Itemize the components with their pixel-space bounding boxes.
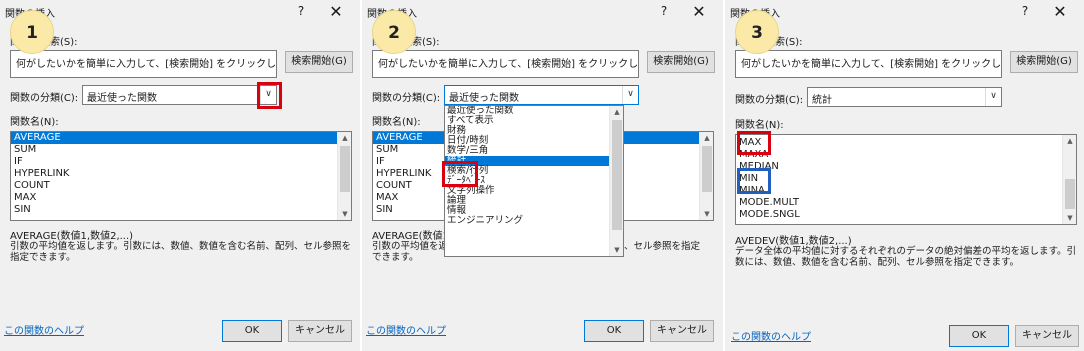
highlight-max (737, 131, 771, 155)
help-icon[interactable]: ? (1018, 4, 1032, 20)
function-syntax: AVERAGE(数値1,数値2,...) (10, 231, 134, 242)
scroll-up-icon[interactable]: ▲ (610, 106, 623, 118)
cancel-button[interactable]: キャンセル (1015, 325, 1079, 347)
dialog-titlebar: 関数の挿入 ? ✕ (362, 0, 723, 26)
scroll-thumb[interactable] (702, 146, 712, 192)
list-scrollbar[interactable]: ▲ ▼ (1062, 135, 1076, 224)
chevron-down-icon[interactable]: ∨ (985, 88, 1001, 106)
list-item[interactable]: MINA (736, 185, 1076, 197)
dropdown-option[interactable]: すべて表示 (445, 116, 623, 126)
scroll-down-icon[interactable]: ▼ (700, 208, 713, 220)
list-item[interactable]: SIN (11, 204, 351, 216)
dropdown-option[interactable]: エンジニアリング (445, 216, 623, 226)
dropdown-option[interactable]: 論理 (445, 196, 623, 206)
scroll-thumb[interactable] (1065, 179, 1075, 209)
list-item[interactable]: MIN (736, 173, 1076, 185)
category-value: 統計 (812, 95, 832, 106)
category-value: 最近使った関数 (449, 93, 519, 104)
category-label: 関数の分類(C): (372, 93, 441, 104)
step-badge: 2 (372, 10, 416, 54)
function-name-label: 関数名(N): (10, 117, 59, 128)
function-list[interactable]: AVERAGE SUM IF HYPERLINK COUNT MAX SIN ▲… (10, 131, 352, 221)
list-item[interactable]: MAX (736, 137, 1076, 149)
highlight-min (737, 168, 771, 194)
search-input[interactable]: 何がしたいかを簡単に入力して、[検索開始] をクリックしてください。 (372, 50, 639, 78)
function-list[interactable]: MAX MAXA MEDIAN MIN MINA MODE.MULT MODE.… (735, 134, 1077, 225)
list-item[interactable]: IF (11, 156, 351, 168)
function-syntax: AVEDEV(数値1,数値2,...) (735, 236, 852, 247)
list-item[interactable]: SUM (11, 144, 351, 156)
list-item[interactable]: MODE.MULT (736, 197, 1076, 209)
search-button[interactable]: 検索開始(G) (1010, 51, 1078, 73)
function-description-head: 引数の平均値を返 (372, 241, 449, 252)
dialog-titlebar: 関数の挿入 ? ✕ (0, 0, 360, 26)
list-item[interactable]: COUNT (11, 180, 351, 192)
dropdown-scrollbar[interactable]: ▲ ▼ (609, 106, 623, 256)
category-value: 最近使った関数 (87, 93, 157, 104)
list-item[interactable]: AVERAGE (11, 132, 351, 144)
function-help-link[interactable]: この関数のヘルプ (731, 328, 811, 343)
insert-function-dialog-3: 関数の挿入 ? ✕ 3 関数の検索(S): 何がしたいかを簡単に入力して、[検索… (725, 0, 1084, 351)
function-description: データ全体の平均値に対するそれぞれのデータの絶対偏差の平均を返します。引数には、… (735, 246, 1077, 268)
function-help-link[interactable]: この関数のヘルプ (4, 322, 84, 337)
search-button[interactable]: 検索開始(G) (285, 51, 353, 73)
function-name-label: 関数名(N): (735, 120, 784, 131)
chevron-down-icon[interactable]: ∨ (622, 86, 638, 104)
help-icon[interactable]: ? (294, 4, 308, 20)
scroll-up-icon[interactable]: ▲ (1063, 135, 1076, 147)
close-icon[interactable]: ✕ (691, 3, 707, 21)
highlight-statistics-option (442, 161, 478, 187)
scroll-thumb[interactable] (612, 120, 622, 230)
function-description: 引数の平均値を返します。引数には、数値、数値を含む名前、配列、セル参照を指定でき… (10, 241, 352, 263)
function-description-line2: できます。 (372, 252, 419, 263)
scroll-thumb[interactable] (340, 146, 350, 192)
ok-button[interactable]: OK (584, 320, 644, 342)
list-item[interactable]: MAX (11, 192, 351, 204)
ok-button[interactable]: OK (949, 325, 1009, 347)
highlight-dropdown-arrow (257, 82, 282, 109)
step-badge: 1 (10, 10, 54, 54)
scroll-down-icon[interactable]: ▼ (1063, 212, 1076, 224)
scroll-up-icon[interactable]: ▲ (338, 132, 351, 144)
dropdown-option[interactable]: 文字列操作 (445, 186, 623, 196)
search-input[interactable]: 何がしたいかを簡単に入力して、[検索開始] をクリックしてください。 (10, 50, 277, 78)
list-item[interactable]: MAXA (736, 149, 1076, 161)
category-label: 関数の分類(C): (735, 95, 804, 106)
list-scrollbar[interactable]: ▲ ▼ (699, 132, 713, 220)
function-help-link[interactable]: この関数のヘルプ (366, 322, 446, 337)
function-description-tail: 、セル参照を指定 (624, 241, 701, 252)
function-name-label: 関数名(N): (372, 117, 421, 128)
help-icon[interactable]: ? (657, 4, 671, 20)
scroll-down-icon[interactable]: ▼ (338, 208, 351, 220)
list-item[interactable]: MEDIAN (736, 161, 1076, 173)
list-item[interactable]: HYPERLINK (11, 168, 351, 180)
scroll-down-icon[interactable]: ▼ (610, 244, 623, 256)
insert-function-dialog-1: 関数の挿入 ? ✕ 1 関数の検索(S): 何がしたいかを簡単に入力して、[検索… (0, 0, 360, 351)
cancel-button[interactable]: キャンセル (288, 320, 352, 342)
function-syntax: AVERAGE(数値1 (372, 231, 449, 242)
step-badge: 3 (735, 10, 779, 54)
cancel-button[interactable]: キャンセル (650, 320, 714, 342)
close-icon[interactable]: ✕ (1052, 3, 1068, 21)
scroll-up-icon[interactable]: ▲ (700, 132, 713, 144)
list-scrollbar[interactable]: ▲ ▼ (337, 132, 351, 220)
list-item[interactable]: MODE.SNGL (736, 209, 1076, 221)
category-select[interactable]: 最近使った関数 ∨ (444, 85, 639, 105)
category-select[interactable]: 統計 ∨ (807, 87, 1002, 107)
search-input[interactable]: 何がしたいかを簡単に入力して、[検索開始] をクリックしてください。 (735, 50, 1002, 78)
ok-button[interactable]: OK (222, 320, 282, 342)
close-icon[interactable]: ✕ (328, 3, 344, 21)
category-select[interactable]: 最近使った関数 ∨ (82, 85, 277, 105)
search-button[interactable]: 検索開始(G) (647, 51, 715, 73)
insert-function-dialog-2: 関数の挿入 ? ✕ 2 関数の検索(S): 何がしたいかを簡単に入力して、[検索… (362, 0, 723, 351)
dropdown-option[interactable]: 数学/三角 (445, 146, 623, 156)
category-label: 関数の分類(C): (10, 93, 79, 104)
dialog-titlebar: 関数の挿入 ? ✕ (725, 0, 1084, 26)
